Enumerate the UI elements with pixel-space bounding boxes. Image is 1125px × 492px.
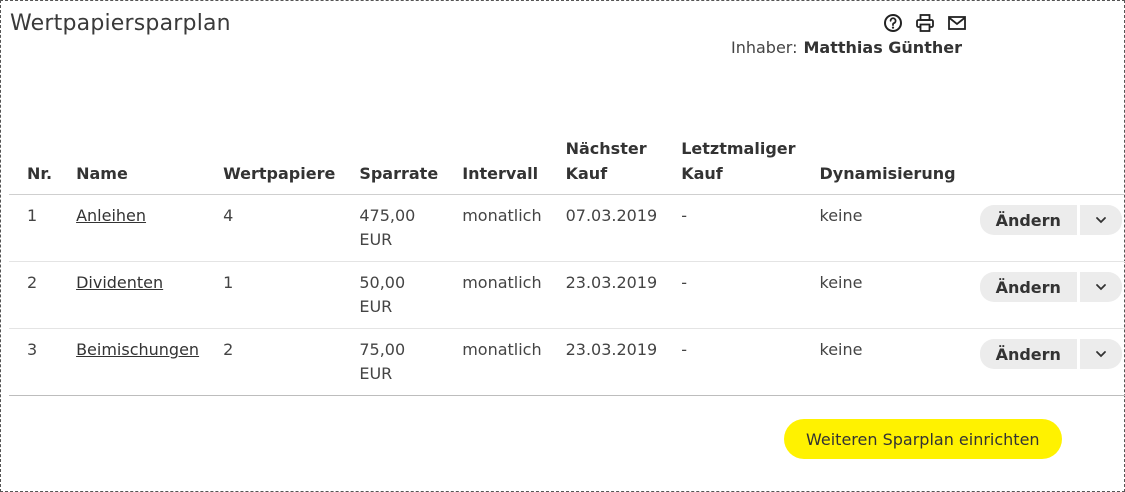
chevron-down-icon bbox=[1096, 284, 1106, 291]
col-next-purchase: Nächster Kauf bbox=[547, 136, 664, 195]
action-button-group: Ändern bbox=[979, 205, 1122, 235]
cell-rate: 75,00 EUR bbox=[341, 328, 445, 396]
cell-actions: Ändern bbox=[961, 261, 1125, 329]
chevron-down-icon bbox=[1096, 217, 1106, 224]
more-options-button[interactable] bbox=[1079, 205, 1122, 235]
change-button[interactable]: Ändern bbox=[979, 339, 1077, 369]
more-options-button[interactable] bbox=[1079, 272, 1122, 302]
cell-rate: 475,00 EUR bbox=[341, 194, 445, 262]
help-icon[interactable] bbox=[883, 13, 903, 33]
table-row: 2 Dividenten 1 50,00 EUR monatlich 23.03… bbox=[9, 261, 1125, 329]
more-options-button[interactable] bbox=[1079, 339, 1122, 369]
cell-next-purchase: 23.03.2019 bbox=[547, 261, 664, 329]
cell-nr: 3 bbox=[9, 328, 59, 396]
cell-actions: Ändern bbox=[961, 328, 1125, 396]
cell-interval: monatlich bbox=[444, 194, 548, 262]
cell-nr: 2 bbox=[9, 261, 59, 329]
action-button-group: Ändern bbox=[979, 272, 1122, 302]
col-name: Name bbox=[58, 136, 206, 195]
table-row: 3 Beimischungen 2 75,00 EUR monatlich 23… bbox=[9, 328, 1125, 396]
cell-dynamization: keine bbox=[801, 194, 962, 262]
col-last-purchase: Letztmaliger Kauf bbox=[663, 136, 802, 195]
col-dynamization: Dynamisierung bbox=[801, 136, 962, 195]
plan-name-link[interactable]: Dividenten bbox=[76, 273, 163, 292]
toolbar-icons bbox=[883, 13, 967, 33]
cell-securities: 4 bbox=[205, 194, 342, 262]
print-icon[interactable] bbox=[915, 13, 935, 33]
change-button[interactable]: Ändern bbox=[979, 205, 1077, 235]
col-rate: Sparrate bbox=[341, 136, 445, 195]
add-savings-plan-button[interactable]: Weiteren Sparplan einrichten bbox=[784, 419, 1062, 459]
col-nr: Nr. bbox=[9, 136, 59, 195]
chevron-down-icon bbox=[1096, 351, 1106, 358]
owner-label: Inhaber: bbox=[731, 38, 798, 57]
action-button-group: Ändern bbox=[979, 339, 1122, 369]
cell-nr: 1 bbox=[9, 194, 59, 262]
cell-actions: Ändern bbox=[961, 194, 1125, 262]
table-row: 1 Anleihen 4 475,00 EUR monatlich 07.03.… bbox=[9, 194, 1125, 262]
col-actions bbox=[961, 136, 1125, 195]
cell-dynamization: keine bbox=[801, 261, 962, 329]
owner-info: Inhaber: Matthias Günther bbox=[731, 38, 962, 57]
mail-icon[interactable] bbox=[947, 13, 967, 33]
cell-rate: 50,00 EUR bbox=[341, 261, 445, 329]
cell-next-purchase: 23.03.2019 bbox=[547, 328, 664, 396]
col-securities: Wertpapiere bbox=[205, 136, 342, 195]
cell-last-purchase: - bbox=[663, 261, 802, 329]
plan-name-link[interactable]: Beimischungen bbox=[76, 340, 199, 359]
cell-name: Dividenten bbox=[58, 261, 206, 329]
cell-last-purchase: - bbox=[663, 328, 802, 396]
col-interval: Intervall bbox=[444, 136, 548, 195]
cell-interval: monatlich bbox=[444, 328, 548, 396]
page-container: Wertpapiersparplan Inhaber: Matthias Günt… bbox=[0, 0, 1125, 492]
cell-dynamization: keine bbox=[801, 328, 962, 396]
cell-last-purchase: - bbox=[663, 194, 802, 262]
change-button[interactable]: Ändern bbox=[979, 272, 1077, 302]
cell-interval: monatlich bbox=[444, 261, 548, 329]
table-header-row: Nr. Name Wertpapiere Sparrate Intervall … bbox=[9, 136, 1125, 195]
cell-next-purchase: 07.03.2019 bbox=[547, 194, 664, 262]
cell-name: Anleihen bbox=[58, 194, 206, 262]
owner-name: Matthias Günther bbox=[803, 38, 962, 57]
cell-securities: 2 bbox=[205, 328, 342, 396]
cell-name: Beimischungen bbox=[58, 328, 206, 396]
plan-name-link[interactable]: Anleihen bbox=[76, 206, 146, 225]
savings-plan-table: Nr. Name Wertpapiere Sparrate Intervall … bbox=[9, 136, 1125, 396]
cell-securities: 1 bbox=[205, 261, 342, 329]
page-title: Wertpapiersparplan bbox=[10, 11, 231, 36]
